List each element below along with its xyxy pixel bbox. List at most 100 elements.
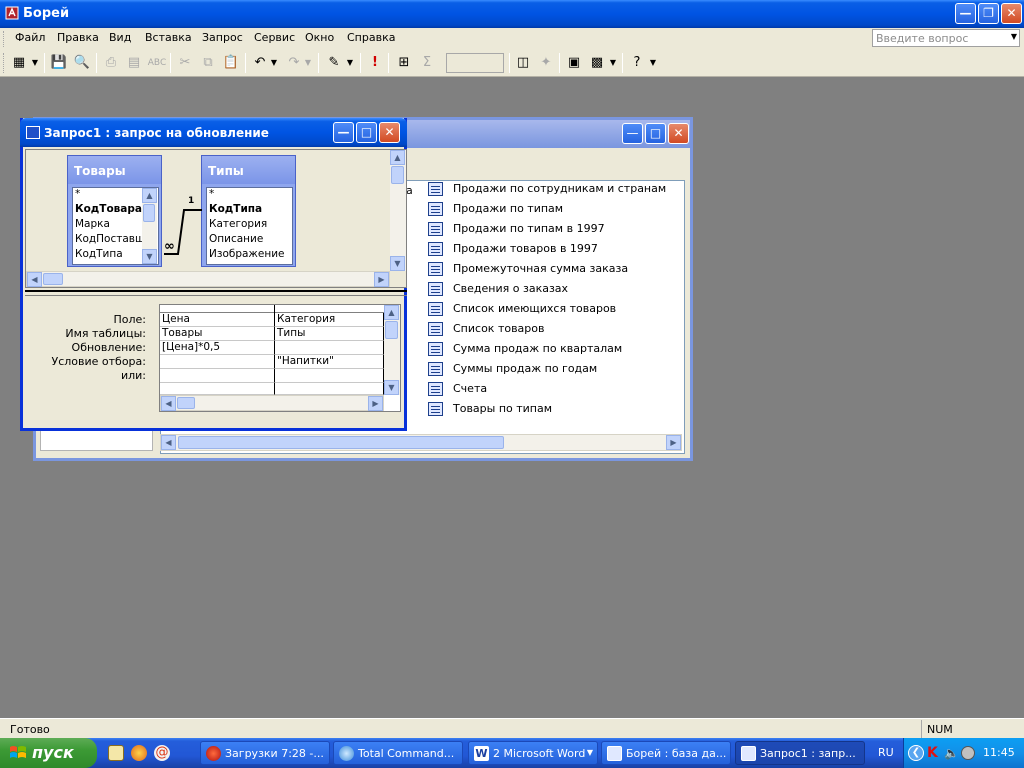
undo-icon[interactable]: ↶	[250, 53, 270, 73]
task-total-commander[interactable]: Total Command...	[333, 741, 463, 765]
clock[interactable]: 11:45	[983, 746, 1015, 759]
top-values-combo[interactable]	[446, 53, 504, 73]
new-object-dropdown-icon[interactable]: ▼	[607, 53, 619, 73]
save-icon[interactable]: 💾	[49, 53, 69, 73]
field-list[interactable]: * КодТипа Категория Описание Изображение	[206, 187, 293, 265]
start-button[interactable]: пуск	[0, 738, 97, 768]
pane-splitter[interactable]	[25, 290, 407, 296]
grid-cell-field[interactable]: Категория	[275, 313, 384, 327]
scroll-left-icon[interactable]: ◀	[161, 435, 176, 450]
mail-at-icon[interactable]: @	[154, 745, 170, 761]
copy-icon[interactable]: ⧉	[198, 53, 218, 73]
list-item[interactable]: Продажи по типам	[428, 201, 563, 219]
notepad-icon[interactable]	[108, 745, 124, 761]
table-tovary[interactable]: Товары * КодТовара Марка КодПоставщ КодТ…	[67, 155, 162, 267]
menu-window[interactable]: Окно	[305, 31, 334, 44]
tray-app-icon[interactable]	[961, 746, 975, 760]
toolbar-grip[interactable]	[3, 53, 6, 73]
list-item[interactable]: Счета	[428, 381, 487, 399]
list-item[interactable]: Продажи по сотрудникам и странам	[428, 181, 666, 199]
grid-cell-field[interactable]: Цена	[160, 313, 275, 327]
field-item[interactable]: Категория	[207, 218, 292, 233]
grid-cell-criteria[interactable]	[160, 355, 275, 369]
tray-expand-icon[interactable]: ❮	[908, 745, 924, 761]
view-icon[interactable]: ▦	[9, 53, 29, 73]
grid-cell-update[interactable]	[275, 341, 384, 355]
new-object-icon[interactable]: ▩	[587, 53, 607, 73]
scroll-up-icon[interactable]: ▲	[390, 150, 405, 165]
show-table-icon[interactable]: ⊞	[394, 53, 414, 73]
menu-view[interactable]: Вид	[109, 31, 131, 44]
scroll-down-icon[interactable]: ▼	[384, 380, 399, 395]
grid-vscroll[interactable]: ▲ ▼	[384, 305, 400, 395]
grid-cell-extra[interactable]	[160, 383, 275, 395]
ask-question-box[interactable]: Введите вопрос ▼	[872, 29, 1020, 47]
list-item[interactable]: Промежуточная сумма заказа	[428, 261, 628, 279]
antivirus-icon[interactable]: K	[927, 745, 941, 761]
scroll-thumb[interactable]	[391, 166, 404, 184]
restore-button[interactable]: ❐	[978, 3, 999, 24]
scroll-right-icon[interactable]: ▶	[374, 272, 389, 287]
list-item[interactable]: Продажи товаров в 1997	[428, 241, 598, 259]
menu-file[interactable]: Файл	[15, 31, 45, 44]
db-maximize-button[interactable]: □	[645, 123, 666, 144]
field-list[interactable]: * КодТовара Марка КодПоставщ КодТипа ▲ ▼	[72, 187, 159, 265]
undo-dropdown-icon[interactable]: ▼	[268, 53, 280, 73]
grid-cell-or[interactable]	[160, 369, 275, 383]
scroll-up-icon[interactable]: ▲	[384, 305, 399, 320]
query-minimize-button[interactable]: —	[333, 122, 354, 143]
scroll-thumb[interactable]	[143, 204, 155, 222]
menu-edit[interactable]: Правка	[57, 31, 99, 44]
scroll-thumb[interactable]	[178, 436, 504, 449]
scroll-down-icon[interactable]: ▼	[390, 256, 405, 271]
grid-hscroll[interactable]: ◀ ▶	[160, 395, 384, 411]
volume-icon[interactable]: 🔈	[944, 746, 959, 760]
query-maximize-button[interactable]: □	[356, 122, 377, 143]
table-pane-vscroll[interactable]: ▲ ▼	[390, 150, 406, 271]
field-item-key[interactable]: КодТипа	[207, 203, 292, 218]
list-item[interactable]: Список имеющихся товаров	[428, 301, 616, 319]
redo-dropdown-icon[interactable]: ▼	[302, 53, 314, 73]
field-list-scrollbar[interactable]: ▲ ▼	[142, 188, 157, 264]
grid-cell-criteria[interactable]: "Напитки"	[275, 355, 384, 369]
query-type-dropdown-icon[interactable]: ▼	[344, 53, 356, 73]
menu-tools[interactable]: Сервис	[254, 31, 295, 44]
build-icon[interactable]: ✦	[536, 53, 556, 73]
scroll-right-icon[interactable]: ▶	[368, 396, 383, 411]
list-item[interactable]: Сведения о заказах	[428, 281, 568, 299]
scroll-right-icon[interactable]: ▶	[666, 435, 681, 450]
query-window-titlebar[interactable]: Запрос1 : запрос на обновление — □ ✕	[20, 118, 407, 147]
media-player-icon[interactable]	[131, 745, 147, 761]
task-word[interactable]: W 2 Microsoft Word ▼	[468, 741, 598, 765]
paste-icon[interactable]: 📋	[221, 53, 241, 73]
scroll-down-icon[interactable]: ▼	[142, 249, 157, 264]
db-minimize-button[interactable]: —	[622, 123, 643, 144]
minimize-button[interactable]: —	[955, 3, 976, 24]
field-item[interactable]: *	[207, 188, 292, 203]
scroll-thumb[interactable]	[177, 397, 195, 409]
scroll-left-icon[interactable]: ◀	[161, 396, 176, 411]
table-pane-hscroll[interactable]: ◀ ▶	[26, 271, 390, 287]
spellcheck-icon[interactable]: ABC	[147, 53, 167, 73]
close-button[interactable]: ✕	[1001, 3, 1022, 24]
grid-cell-table[interactable]: Товары	[160, 327, 275, 341]
task-downloads[interactable]: Загрузки 7:28 -...	[200, 741, 330, 765]
scroll-thumb[interactable]	[43, 273, 63, 285]
scroll-thumb[interactable]	[385, 321, 398, 339]
list-item[interactable]: Продажи по типам в 1997	[428, 221, 605, 239]
scroll-up-icon[interactable]: ▲	[142, 188, 157, 203]
print-preview-icon[interactable]: 🔍	[72, 53, 92, 73]
grid-cell-update[interactable]: [Цена]*0,5	[160, 341, 275, 355]
list-item[interactable]: Товары по типам	[428, 401, 552, 419]
task-query1[interactable]: Запрос1 : запр...	[735, 741, 865, 765]
scroll-left-icon[interactable]: ◀	[27, 272, 42, 287]
database-window-icon[interactable]: ▣	[564, 53, 584, 73]
menu-insert[interactable]: Вставка	[145, 31, 192, 44]
print-icon[interactable]: ⎙	[101, 53, 121, 73]
redo-icon[interactable]: ↷	[284, 53, 304, 73]
menu-query[interactable]: Запрос	[202, 31, 243, 44]
table-tipy[interactable]: Типы * КодТипа Категория Описание Изобра…	[201, 155, 296, 267]
db-close-button[interactable]: ✕	[668, 123, 689, 144]
help-dropdown-icon[interactable]: ▼	[647, 53, 659, 73]
grid-cell-extra[interactable]	[275, 383, 384, 395]
